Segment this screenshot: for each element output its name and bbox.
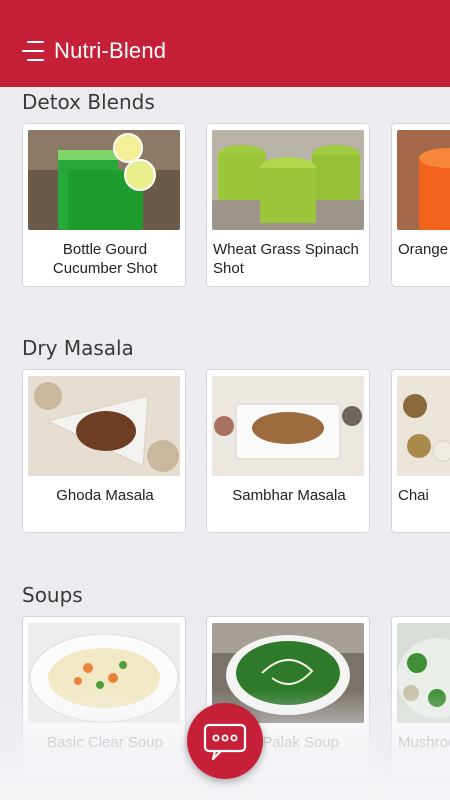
recipe-image [212,376,364,476]
recipe-card[interactable]: Basic Clear Soup [22,616,186,780]
recipe-card[interactable]: Wheat Grass Spinach Shot [206,123,370,287]
content-scroll[interactable]: Detox Blends Bottle Gourd Cucumber Shot [0,87,450,800]
recipe-image [28,376,180,476]
section-title: Detox Blends [22,90,155,114]
recipe-label: Bottle Gourd Cucumber Shot [52,241,158,277]
recipe-card[interactable]: Chai [391,369,450,533]
recipe-image [397,376,450,476]
recipe-card[interactable]: Bottle Gourd Cucumber Shot [22,123,186,287]
recipe-card[interactable]: Orange Mosam [391,123,450,287]
recipe-label: Mushroo Soup [398,734,450,751]
section-title: Dry Masala [22,336,134,360]
chat-bubble-icon [203,723,247,761]
recipe-image [28,623,180,723]
chat-fab-button[interactable] [187,703,263,779]
app-bar: Nutri-Blend [0,0,450,87]
recipe-card[interactable]: Sambhar Masala [206,369,370,533]
recipe-image [397,130,450,230]
section-title: Soups [22,583,83,607]
recipe-image [397,623,450,723]
recipe-label: Chai [398,487,429,504]
recipe-label: Basic Clear Soup [47,734,163,751]
recipe-image [212,130,364,230]
recipe-image [28,130,180,230]
recipe-card[interactable]: Mushroo Soup [391,616,450,780]
recipe-label: Ghoda Masala [56,487,154,504]
app-title: Nutri-Blend [54,38,167,63]
recipe-label: Orange Mosam [398,241,450,258]
hamburger-menu-icon[interactable] [22,41,44,63]
recipe-label: Sambhar Masala [232,487,346,504]
recipe-label: Wheat Grass Spinach Shot [213,241,359,277]
recipe-card[interactable]: Ghoda Masala [22,369,186,533]
